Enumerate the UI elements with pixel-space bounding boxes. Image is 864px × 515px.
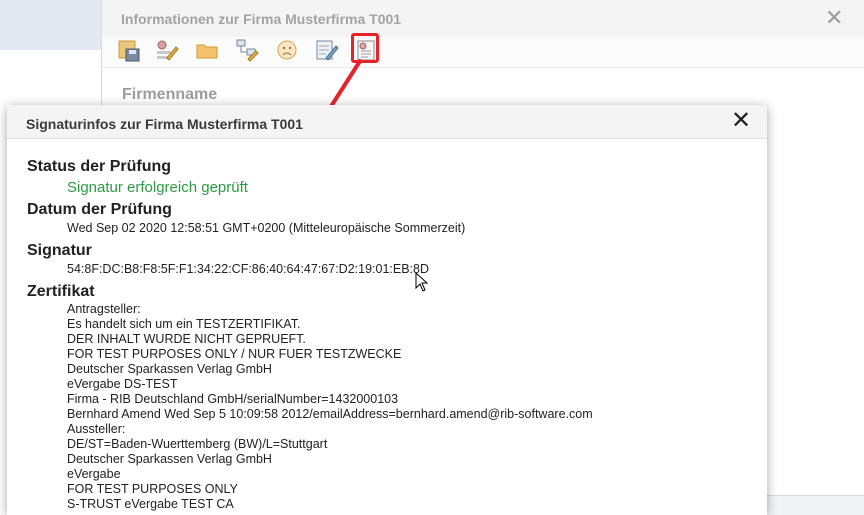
sad-face-icon[interactable] xyxy=(274,37,300,63)
status-value: Signatur erfolgreich geprüft xyxy=(67,179,248,196)
close-icon[interactable]: ✕ xyxy=(825,7,843,29)
certificate-line: Es handelt sich um ein TESTZERTIFIKAT. xyxy=(67,317,301,331)
signature-info-dialog: Signaturinfos zur Firma Musterfirma T001… xyxy=(7,105,767,515)
hierarchy-icon[interactable] xyxy=(234,37,260,63)
certificate-line: Bernhard Amend Wed Sep 5 10:09:58 2012/e… xyxy=(67,407,593,421)
certificate-line: eVergabe xyxy=(67,467,121,481)
certificate-line: Aussteller: xyxy=(67,422,126,436)
background-header-strip xyxy=(0,0,102,50)
certificate-line: S-TRUST eVergabe TEST CA xyxy=(67,497,234,511)
certificate-line: Deutscher Sparkassen Verlag GmbH xyxy=(67,452,272,466)
signature-value: 54:8F:DC:B8:F8:5F:F1:34:22:CF:86:40:64:4… xyxy=(67,262,430,276)
company-info-dialog-header: Informationen zur Firma Musterfirma T001… xyxy=(102,0,864,38)
certificate-line: Antragsteller: xyxy=(67,302,141,316)
date-heading: Datum der Prüfung xyxy=(27,201,172,218)
certificate-line: eVergabe DS-TEST xyxy=(67,377,178,391)
signature-info-dialog-title: Signaturinfos zur Firma Musterfirma T001 xyxy=(26,116,303,132)
edit-sign-icon[interactable] xyxy=(153,37,179,63)
save-icon[interactable] xyxy=(116,37,142,63)
company-info-dialog-title: Informationen zur Firma Musterfirma T001 xyxy=(121,11,402,27)
certificate-heading: Zertifikat xyxy=(27,283,95,300)
signature-info-dialog-header: Signaturinfos zur Firma Musterfirma T001… xyxy=(7,105,767,139)
company-name-label: Firmenname xyxy=(122,86,218,103)
certificate-details: Antragsteller: Es handelt sich um ein TE… xyxy=(67,302,747,512)
signature-heading: Signatur xyxy=(27,242,92,259)
certificate-line: Deutscher Sparkassen Verlag GmbH xyxy=(67,362,272,376)
status-heading: Status der Prüfung xyxy=(27,158,172,175)
certificate-line: FOR TEST PURPOSES ONLY xyxy=(67,482,238,496)
close-icon[interactable]: ✕ xyxy=(731,109,751,133)
date-value: Wed Sep 02 2020 12:58:51 GMT+0200 (Mitte… xyxy=(67,221,466,235)
certificate-line: DE/ST=Baden-Wuerttemberg (BW)/L=Stuttgar… xyxy=(67,437,328,451)
signature-info-content: Status der Prüfung Signatur erfolgreich … xyxy=(27,157,747,512)
certificate-line: FOR TEST PURPOSES ONLY / NUR FUER TESTZW… xyxy=(67,347,402,361)
toolbar xyxy=(102,33,864,68)
mouse-cursor-icon xyxy=(415,272,429,292)
folder-icon[interactable] xyxy=(194,37,220,63)
certificate-line: Firma - RIB Deutschland GmbH/serialNumbe… xyxy=(67,392,399,406)
certificate-line: DER INHALT WURDE NICHT GEPRUEFT. xyxy=(67,332,306,346)
